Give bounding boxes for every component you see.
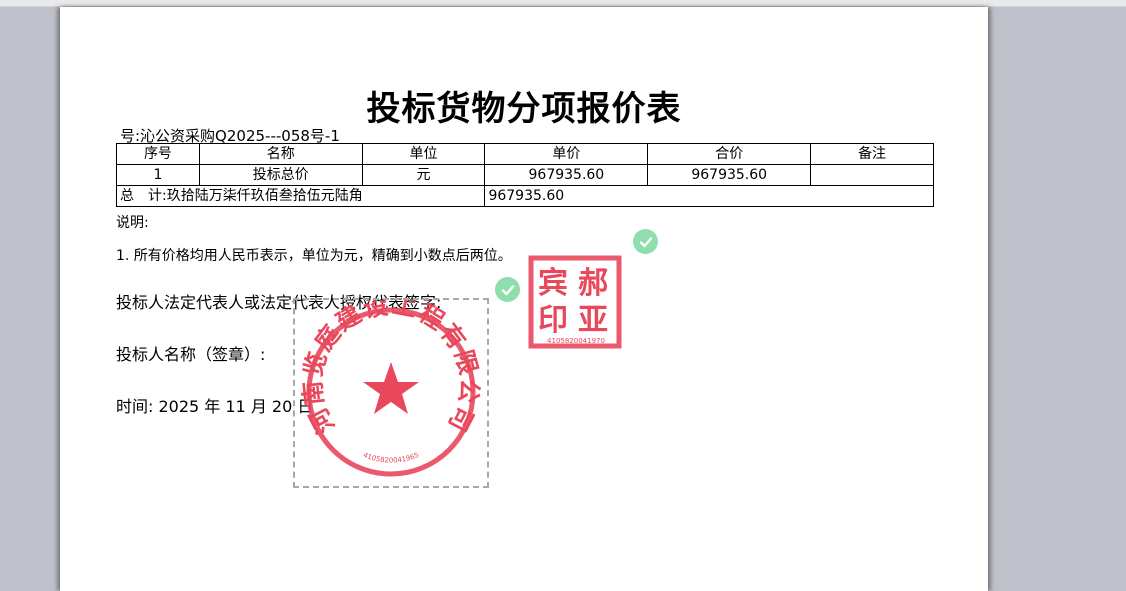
table-header-row: 序号 名称 单位 单价 合价 备注	[116, 143, 934, 165]
personal-seal[interactable]: 宾 郝 印 亚 4105820041970	[528, 255, 624, 351]
header-index: 序号	[116, 143, 200, 165]
header-remark: 备注	[810, 143, 934, 165]
header-unit: 单位	[361, 143, 486, 165]
viewer-top-bar	[0, 0, 1126, 7]
seal-char-1: 宾	[538, 266, 568, 301]
table-total-row: 总 计:玖拾陆万柒仟玖佰叁拾伍元陆角 967935.60	[115, 185, 934, 207]
table-row: 1 投标总价 元 967935.60 967935.60	[116, 164, 934, 186]
round-seal-code: 4105820041965	[362, 451, 420, 464]
notes-heading: 说明:	[116, 215, 149, 231]
company-seal-selection[interactable]: 河南览庭建设工程有限公司 4105820041965	[293, 298, 489, 488]
cell-total-price: 967935.60	[647, 164, 812, 186]
check-circle-icon[interactable]	[495, 277, 520, 302]
company-seal-field-label: 投标人名称（签章）:	[116, 345, 266, 364]
cell-unit-price: 967935.60	[484, 164, 649, 186]
seal-code: 4105820041970	[547, 337, 605, 345]
page-title: 投标货物分项报价表	[366, 89, 682, 129]
quote-table: 序号 名称 单位 单价 合价 备注 1 投标总价 元 967935.60 967…	[115, 143, 934, 207]
star-icon	[363, 362, 419, 414]
cell-index: 1	[116, 164, 200, 186]
cell-unit: 元	[361, 164, 486, 186]
date-field-label: 时间: 2025 年 11 月 20 日	[116, 397, 314, 416]
seal-char-4: 亚	[578, 303, 608, 338]
note-item-1: 1. 所有价格均用人民币表示，单位为元，精确到小数点后两位。	[116, 248, 512, 264]
total-label: 总 计:玖拾陆万柒仟玖佰叁拾伍元陆角	[115, 185, 486, 207]
header-unit-price: 单价	[484, 143, 649, 165]
cell-remark	[810, 164, 934, 186]
header-name: 名称	[198, 143, 363, 165]
total-value: 967935.60	[484, 185, 934, 207]
seal-char-2: 郝	[578, 266, 608, 301]
header-total-price: 合价	[647, 143, 812, 165]
document-page: 投标货物分项报价表 号:沁公资采购Q2025---058号-1 序号 名称 单位…	[60, 7, 988, 591]
seal-char-3: 印	[538, 303, 568, 338]
check-circle-icon[interactable]	[633, 229, 658, 254]
cell-name: 投标总价	[198, 164, 363, 186]
